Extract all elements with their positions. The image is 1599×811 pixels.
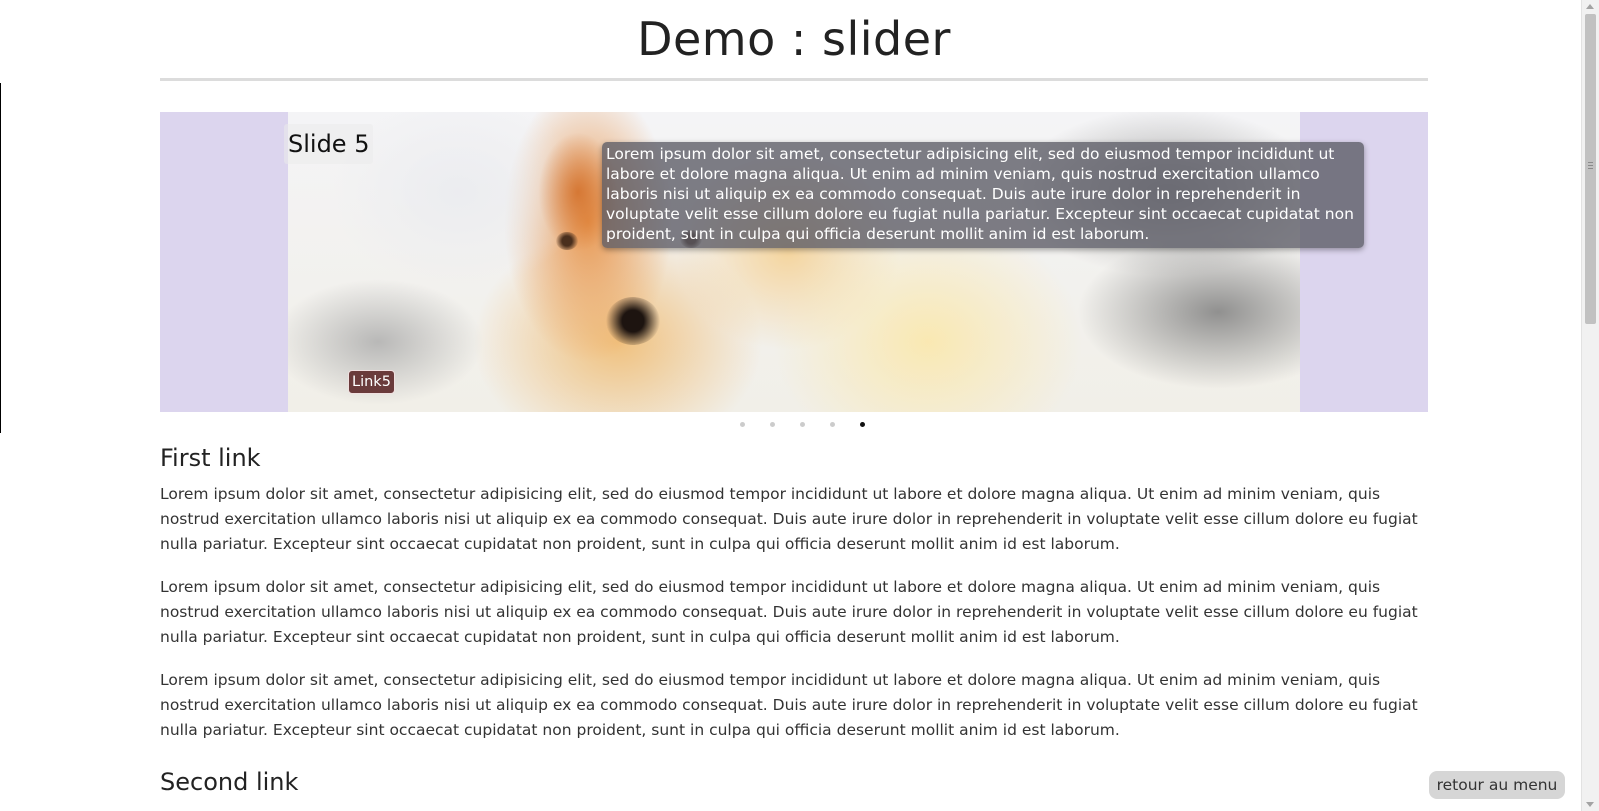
left-edge-line — [0, 83, 1, 433]
grip-line — [1588, 162, 1593, 163]
grip-line — [1588, 168, 1593, 169]
paragraph: Lorem ipsum dolor sit amet, consectetur … — [160, 485, 1418, 553]
slide-title: Slide 5 — [284, 124, 374, 164]
grip-line — [1588, 165, 1593, 166]
section-heading-first-link: First link — [160, 444, 261, 472]
slider-dot-1[interactable] — [740, 422, 745, 427]
section-heading-second-link: Second link — [160, 768, 299, 796]
slider-dot-4[interactable] — [830, 422, 835, 427]
scrollbar-thumb[interactable] — [1585, 14, 1596, 324]
main-content: First link Lorem ipsum dolor sit amet, c… — [160, 440, 1430, 761]
slide-link[interactable]: Link5 — [348, 370, 395, 394]
paragraph: Lorem ipsum dolor sit amet, consectetur … — [160, 578, 1418, 646]
slider[interactable]: Slide 5 Lorem ipsum dolor sit amet, cons… — [160, 112, 1428, 412]
dog-eye-left-shape — [556, 232, 578, 250]
slider-dot-5-active[interactable] — [860, 422, 865, 427]
slide-caption: Lorem ipsum dolor sit amet, consectetur … — [602, 142, 1364, 248]
dog-nose-shape — [606, 297, 660, 345]
slider-dot-2[interactable] — [770, 422, 775, 427]
scroll-up-arrow-icon[interactable] — [1586, 4, 1594, 9]
back-to-menu-button[interactable]: retour au menu — [1429, 771, 1565, 799]
page-title: Demo : slider — [637, 12, 951, 66]
scroll-down-arrow-icon[interactable] — [1586, 802, 1594, 807]
slider-dot-3[interactable] — [800, 422, 805, 427]
page-header: Demo : slider — [160, 0, 1428, 81]
paragraph: Lorem ipsum dolor sit amet, consectetur … — [160, 671, 1418, 739]
vertical-scrollbar[interactable] — [1581, 0, 1599, 811]
page: Demo : slider Slide 5 Lorem ipsum dolor … — [0, 0, 1599, 811]
